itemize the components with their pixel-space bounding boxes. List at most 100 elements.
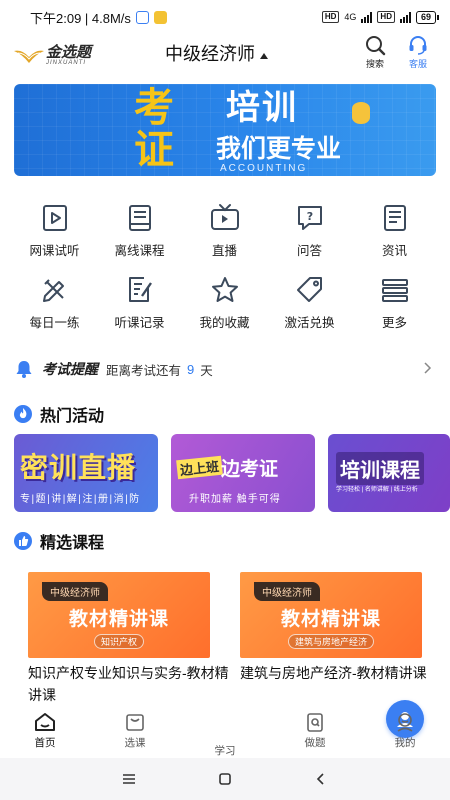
menu-icon[interactable] xyxy=(121,772,137,786)
exam-reminder-bar[interactable]: 考试提醒 距离考试还有 9 天 xyxy=(14,353,436,385)
hd-icon-2: HD xyxy=(377,11,395,23)
activity-2-pre: 边上班 xyxy=(176,455,223,480)
search-button[interactable]: 搜索 xyxy=(358,34,392,74)
feature-row-2: 每日一练 听课记录 我的收藏 激活兑换 更多 xyxy=(0,274,450,346)
question-bubble-icon: ? xyxy=(297,206,322,230)
banner-char-zheng: 证 xyxy=(134,128,174,172)
coin-icon xyxy=(352,102,370,124)
banner-slogan: 我们更专业 xyxy=(216,135,342,163)
grid-label: 直播 xyxy=(211,244,237,258)
tab-profile-label: 我的 xyxy=(394,737,416,749)
tab-practice-label: 做题 xyxy=(304,737,326,749)
grid-item-study-records[interactable]: 听课记录 xyxy=(97,274,182,346)
promo-banner[interactable]: 考 培训 证 我们更专业 ACCOUNTING xyxy=(14,84,436,176)
grid-item-daily-practice[interactable]: 每日一练 xyxy=(12,274,97,346)
search-label: 搜索 xyxy=(365,59,384,69)
course-thumb-title: 教材精讲课 xyxy=(68,609,169,630)
grid-item-offline-course[interactable]: 离线课程 xyxy=(97,202,182,274)
tab-home[interactable]: 首页 xyxy=(0,706,90,756)
course-thumb-sub: 知识产权 xyxy=(93,634,145,649)
tab-courses-label: 选课 xyxy=(124,737,146,749)
signal-icon-2 xyxy=(399,11,411,23)
activity-2-subtitle: 升职加薪 触手可得 xyxy=(189,494,281,505)
grid-item-news[interactable]: 资讯 xyxy=(352,202,437,274)
status-bar: 下午2:09 | 4.8M/s HD 4G HD 69 xyxy=(0,0,450,34)
ticket-icon xyxy=(296,277,322,302)
exam-paper-icon xyxy=(307,713,323,732)
tab-courses[interactable]: 选课 xyxy=(90,706,180,756)
grid-item-activate[interactable]: 激活兑换 xyxy=(267,274,352,346)
feature-grid: 网课试听 离线课程 直播 ? 问答 资讯 每日一练 听课记录 我的收藏 激活兑换… xyxy=(0,202,450,346)
hot-activities-header: 热门活动 xyxy=(14,402,104,426)
chevron-right-icon xyxy=(424,362,432,374)
battery-level: 69 xyxy=(420,11,431,22)
course-card[interactable]: 中级经济师 教材精讲课 知识产权 知识产权专业知识与实务-教材精讲课 xyxy=(28,572,229,703)
grid-item-live[interactable]: 直播 xyxy=(182,202,267,274)
activity-3-title: 培训课程 xyxy=(336,452,424,485)
banner-subtext: ACCOUNTING xyxy=(220,163,308,174)
course-card[interactable]: 中级经济师 教材精讲课 建筑与房地产经济 建筑与房地产经济-教材精讲课 xyxy=(240,572,427,681)
course-name: 建筑与房地产经济-教材精讲课 xyxy=(240,665,427,681)
grid-label: 激活兑换 xyxy=(284,316,335,330)
headset-icon xyxy=(409,36,427,55)
tab-home-label: 首页 xyxy=(34,737,56,749)
network-label: 4G xyxy=(344,12,357,22)
course-name: 知识产权专业知识与实务-教材精讲课 xyxy=(28,665,229,703)
hot-activities-title: 热门活动 xyxy=(40,408,105,425)
grid-label: 网课试听 xyxy=(29,244,80,258)
course-thumbnail: 中级经济师 教材精讲课 建筑与房地产经济 xyxy=(240,572,422,658)
logo-wings-icon xyxy=(14,50,44,63)
activity-card-secret-live[interactable]: 密训直播 专|题|讲|解|注|册|消|防 xyxy=(14,434,158,512)
activity-card-training[interactable]: 培训课程 学习轻松 | 名师讲解 | 线上分析 xyxy=(328,434,450,512)
tv-live-icon xyxy=(210,204,239,230)
app-logo: 金选题 JINXUANTI xyxy=(12,40,112,70)
grid-item-favorites[interactable]: 我的收藏 xyxy=(182,274,267,346)
thumbs-up-icon xyxy=(14,532,32,550)
tab-study[interactable]: 学习 xyxy=(180,700,424,757)
status-left: 下午2:09 | 4.8M/s xyxy=(30,8,167,27)
caret-icon xyxy=(260,53,268,59)
tab-practice[interactable]: 做题 xyxy=(270,706,360,756)
grid-item-qa[interactable]: ? 问答 xyxy=(267,202,352,274)
message-notification-icon xyxy=(153,10,167,24)
course-tag: 中级经济师 xyxy=(254,582,320,601)
activity-3-subtitle: 学习轻松 | 名师讲解 | 线上分析 xyxy=(336,487,418,493)
grid-item-more[interactable]: 更多 xyxy=(352,274,437,346)
back-icon[interactable] xyxy=(313,771,329,787)
home-square-icon[interactable] xyxy=(217,771,233,787)
status-time: 下午2:09 | 4.8M/s xyxy=(30,10,131,26)
grid-label: 我的收藏 xyxy=(199,316,250,330)
grid-label: 问答 xyxy=(296,244,322,258)
reminder-days: 9 xyxy=(187,361,195,377)
logo-text: 金选题 xyxy=(46,43,92,61)
activity-1-title: 密训直播 xyxy=(20,452,137,483)
course-tag: 中级经济师 xyxy=(42,582,108,601)
bottom-tab-bar: 首页 选课 学习 做题 我的 xyxy=(0,700,450,757)
home-icon xyxy=(35,713,55,731)
app-header: 金选题 JINXUANTI 中级经济师 搜索 客服 xyxy=(0,34,450,80)
selected-courses-header: 精选课程 xyxy=(14,529,104,553)
course-thumb-sub: 建筑与房地产经济 xyxy=(287,634,375,649)
banner-text-peixun: 培训 xyxy=(226,89,298,127)
exam-selector[interactable]: 中级经济师 xyxy=(165,40,268,66)
reminder-text-before: 距离考试还有 xyxy=(106,363,182,378)
service-label: 客服 xyxy=(408,59,427,69)
course-thumb-title: 教材精讲课 xyxy=(280,609,381,630)
notes-edit-icon xyxy=(128,277,152,302)
grid-label: 离线课程 xyxy=(114,244,165,258)
bell-icon xyxy=(16,361,32,378)
reminder-text-after: 天 xyxy=(200,363,213,378)
exam-title: 中级经济师 xyxy=(165,44,255,64)
grid-item-course-preview[interactable]: 网课试听 xyxy=(12,202,97,274)
news-doc-icon xyxy=(383,205,406,231)
customer-service-button[interactable]: 客服 xyxy=(401,34,435,74)
tab-profile[interactable]: 我的 xyxy=(360,706,450,756)
grid-label: 资讯 xyxy=(381,244,407,258)
feature-row-1: 网课试听 离线课程 直播 ? 问答 资讯 xyxy=(0,202,450,274)
reminder-title: 考试提醒 xyxy=(42,361,98,377)
logo-subtext: JINXUANTI xyxy=(46,59,87,66)
shopping-bag-icon xyxy=(126,714,144,731)
activity-card-work-study[interactable]: 边上班 边考证 升职加薪 触手可得 xyxy=(171,434,315,512)
grid-label: 每日一练 xyxy=(29,316,80,330)
app-notification-icon xyxy=(135,10,149,24)
